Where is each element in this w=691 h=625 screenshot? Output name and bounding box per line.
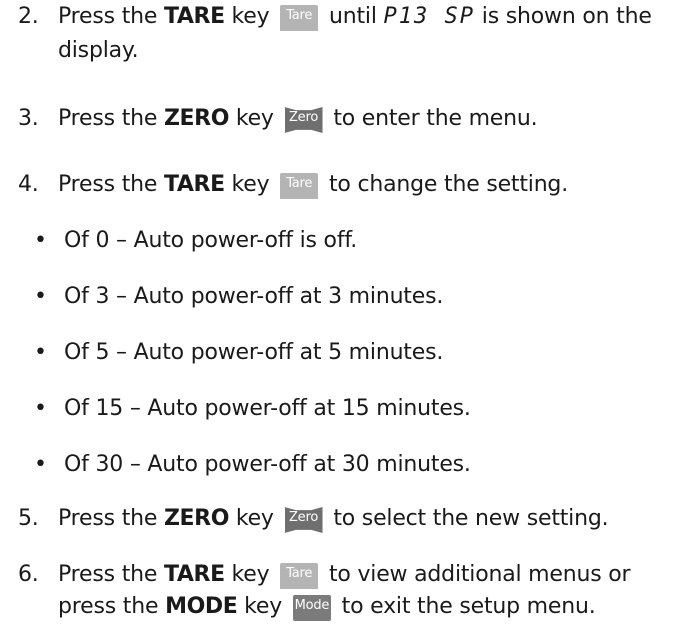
step-text-part: to change the setting. [322,172,568,197]
list-item-text: Of 5 – Auto power-off at 5 minutes. [64,340,444,365]
step-number: 3. [18,106,39,131]
bullet-icon: • [34,396,47,421]
step-text-part: key [224,4,277,29]
step-text-part: Press the [58,172,164,197]
step-number: 4. [18,172,39,197]
step-text-part: display. [58,38,139,63]
tare-key-icon: Tare [280,563,319,589]
key-name-zero: ZERO [164,506,230,531]
display-code: P13 SP [383,4,476,29]
step-text-part: press the [58,594,166,619]
step-number: 5. [18,506,39,531]
mode-key-icon: Mode [292,595,331,621]
step-text-part: until [322,4,384,29]
step-text-part: key [237,594,289,619]
zero-key-icon: Zero [284,107,323,133]
key-name-tare: TARE [164,562,225,587]
bullet-icon: • [34,452,47,477]
tare-key-icon: Tare [280,173,319,199]
step-text-part: key [224,172,277,197]
step-text-part: to view additional menus or [322,562,631,587]
step-text-part: key [229,506,281,531]
step-text-part: is shown on the [475,4,652,29]
bullet-icon: • [34,340,47,365]
list-item-text: Of 0 – Auto power-off is off. [64,228,358,253]
list-item-text: Of 15 – Auto power-off at 15 minutes. [64,396,471,421]
step-text-part: to exit the setup menu. [334,594,596,619]
step-text-part: to enter the menu. [326,106,538,131]
key-name-mode: MODE [165,594,238,619]
step-number: 2. [18,4,39,29]
step-text: Press the TARE key Tare to view addition… [58,560,631,593]
step-text: Press the TARE key Tare until P13 SP is … [58,2,652,35]
list-item-text: Of 30 – Auto power-off at 30 minutes. [64,452,471,477]
step-text-part: Press the [58,106,164,131]
step-text: Press the TARE key Tare to change the se… [58,170,568,203]
list-item-text: Of 3 – Auto power-off at 3 minutes. [64,284,444,309]
step-text-part: key [229,106,281,131]
step-text-part: to select the new setting. [326,506,609,531]
step-number: 6. [18,562,39,587]
bullet-icon: • [34,284,47,309]
key-name-zero: ZERO [164,106,230,131]
step-text: press the MODE key Mode to exit the setu… [58,592,596,625]
bullet-icon: • [34,228,47,253]
step-text-part: Press the [58,562,164,587]
step-text: Press the ZERO key Zero to enter the men… [58,104,538,137]
step-text: Press the ZERO key Zero to select the ne… [58,504,609,537]
step-text-part: key [224,562,277,587]
step-text-part: Press the [58,4,164,29]
step-text-part: Press the [58,506,164,531]
zero-key-icon: Zero [284,507,323,533]
key-name-tare: TARE [164,172,225,197]
tare-key-icon: Tare [280,5,319,31]
key-name-tare: TARE [164,4,225,29]
